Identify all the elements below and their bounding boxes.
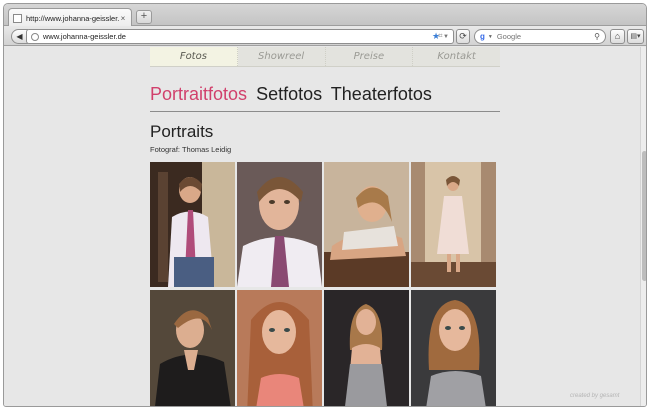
reload-button[interactable]: ⟳ [456,29,470,44]
gallery-photo-5[interactable] [150,290,235,406]
nav-preise[interactable]: Preise [326,47,414,66]
nav-showreel[interactable]: Showreel [238,47,326,66]
gallery-photo-1[interactable] [150,162,235,287]
section-title: Portraits [150,122,214,141]
bookmarks-menu-button[interactable]: ▤▾ [627,29,644,44]
browser-tab[interactable]: http://www.johanna-geissler.de/ × [8,8,132,27]
site-identity-icon[interactable] [31,32,39,41]
photographer-credit: Fotograf: Thomas Leidig [150,145,232,154]
search-icon[interactable]: ⚲ [594,32,600,41]
page-scrollbar[interactable] [640,47,646,406]
gallery-photo-3[interactable] [324,162,409,287]
page-favicon-icon [13,13,22,23]
close-tab-icon[interactable]: × [119,14,127,23]
nav-kontakt[interactable]: Kontakt [413,47,500,66]
gallery-photo-2[interactable] [237,162,322,287]
gallery-photo-8[interactable] [411,290,496,406]
search-engine-dropdown-icon[interactable]: ▼ [488,34,493,40]
category-portraitfotos[interactable]: Portraitfotos [150,84,247,104]
tab-strip: http://www.johanna-geissler.de/ × + [4,4,646,27]
home-button[interactable]: ⌂ [610,29,625,44]
rss-feed-icon[interactable]: ⌗ [438,31,448,41]
photo-gallery [150,162,498,406]
web-page: Fotos Showreel Preise Kontakt Portraitfo… [4,47,640,406]
search-engine-icon[interactable]: g [480,32,485,41]
gallery-photo-6[interactable] [237,290,322,406]
category-setfotos[interactable]: Setfotos [256,84,322,104]
scrollbar-thumb[interactable] [642,151,646,281]
nav-fotos[interactable]: Fotos [150,47,238,66]
site-credit-watermark: created by gesamt [570,393,620,399]
section-divider [150,111,500,112]
navigation-toolbar: ◀ www.johanna-geissler.de ★ ▼ ⌗ ⟳ g ▼ ⚲ … [4,26,646,46]
gallery-photo-7[interactable] [324,290,409,406]
address-text[interactable]: www.johanna-geissler.de [43,32,432,41]
search-input[interactable] [496,32,595,41]
tab-title: http://www.johanna-geissler.de/ [26,13,119,23]
search-bar[interactable]: g ▼ ⚲ [474,29,606,44]
browser-window: http://www.johanna-geissler.de/ × + ◀ ww… [3,3,647,407]
new-tab-button[interactable]: + [136,10,152,24]
category-theaterfotos[interactable]: Theaterfotos [331,84,432,104]
gallery-photo-4[interactable] [411,162,496,287]
address-bar[interactable]: www.johanna-geissler.de ★ ▼ [26,29,454,44]
photo-categories: Portraitfotos Setfotos Theaterfotos [150,84,436,105]
site-navigation: Fotos Showreel Preise Kontakt [150,47,500,67]
